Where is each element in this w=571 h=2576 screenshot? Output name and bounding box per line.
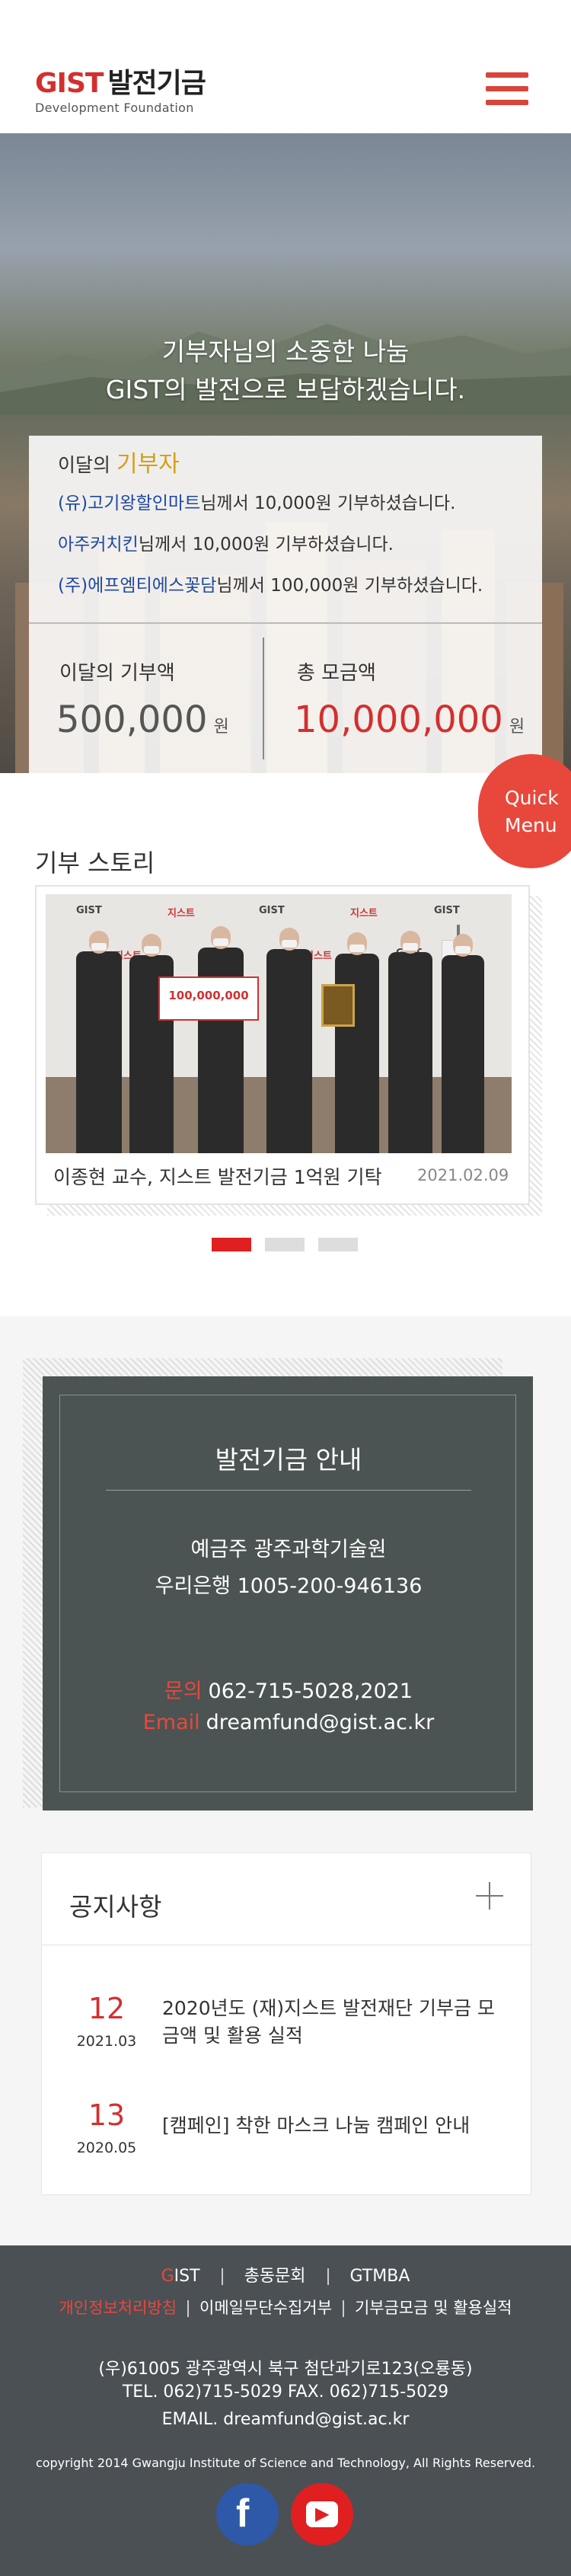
story-date: 2021.02.09 (417, 1166, 509, 1184)
donation-totals: 이달의 기부액 500,000 원 총 모금액 10,000,000 원 (29, 622, 542, 773)
slider-dot-3[interactable] (318, 1238, 358, 1251)
hero-title: 기부자님의 소중한 나눔 GIST의 발전으로 보답하겠습니다. (105, 337, 466, 404)
fund-email[interactable]: Email dreamfund@gist.ac.kr (60, 1711, 517, 1734)
footer-email: EMAIL. dreamfund@gist.ac.kr (161, 2410, 410, 2429)
notice-panel: 공지사항 12 2021.03 2020년도 (재)지스트 발전재단 기부금 모… (41, 1852, 532, 2195)
site-footer: GIST 총동문회 GTMBA 개인정보처리방침 이메일무단수집거부 기부금모금 및 활… (0, 2245, 571, 2576)
logo-title: 발전기금 (107, 68, 206, 99)
total-amount-label: 총 모금액 (297, 662, 376, 685)
story-caption[interactable]: 이종현 교수, 지스트 발전기금 1억원 기탁 (53, 1162, 382, 1190)
donors-heading: 이달의 기부자 (58, 451, 180, 478)
site-logo[interactable]: GIST 발전기금 Development Foundation (35, 68, 206, 116)
fund-phone: 문의 062-715-5028,2021 (164, 1680, 413, 1703)
fund-info-box: 발전기금 안내 예금주 광주과학기술원 우리은행 1005-200-946136… (43, 1376, 533, 1811)
fund-account-holder: 예금주 광주과학기술원 (190, 1538, 387, 1561)
notice-item[interactable]: 12 2021.03 2020년도 (재)지스트 발전재단 기부금 모금액 및 … (42, 1992, 532, 2068)
photo-plaque (321, 984, 355, 1027)
logo-subtitle: Development Foundation (35, 101, 194, 115)
story-section-title: 기부 스토리 (35, 849, 155, 877)
footer-link-alumni[interactable]: 총동문회 (244, 2267, 306, 2286)
footer-link-gist-label: IST (174, 2267, 200, 2286)
notice-year-month: 2020.05 (76, 2140, 137, 2156)
notice-day: 13 (88, 2098, 126, 2132)
site-header: GIST 발전기금 Development Foundation (0, 0, 571, 133)
hamburger-menu-icon[interactable] (486, 72, 528, 106)
footer-links-secondary: 개인정보처리방침 이메일무단수집거부 기부금모금 및 활용실적 (0, 2296, 571, 2319)
notice-text[interactable]: [캠페인] 착한 마스크 나눔 캠페인 안내 (162, 2112, 497, 2140)
footer-link-gist[interactable]: GIST (161, 2267, 200, 2286)
month-amount-label: 이달의 기부액 (59, 662, 175, 685)
fund-title: 발전기금 안내 (215, 1445, 362, 1475)
slider-dot-2[interactable] (265, 1238, 305, 1251)
notice-text[interactable]: 2020년도 (재)지스트 발전재단 기부금 모금액 및 활용 실적 (162, 1995, 497, 2050)
fund-info-inner: 발전기금 안내 예금주 광주과학기술원 우리은행 1005-200-946136… (59, 1395, 516, 1792)
slider-dot-1[interactable] (212, 1238, 251, 1251)
footer-links-primary: GIST 총동문회 GTMBA (0, 2262, 571, 2287)
donor-item: 아주커치킨님께서 10,000원 기부하셨습니다. (58, 535, 394, 555)
footer-address: (우)61005 광주광역시 북구 첨단과기로123(오룡동) (98, 2360, 473, 2379)
youtube-icon[interactable]: ▶ (291, 2483, 353, 2546)
monthly-donors-panel: 이달의 기부자 (유)고기왕할인마트님께서 10,000원 기부하셨습니다. 아… (29, 436, 542, 622)
logo-gist-text: GIST (35, 68, 104, 99)
plus-icon[interactable] (476, 1882, 503, 1910)
quick-menu-button[interactable]: Quick Menu (478, 754, 571, 868)
notice-item[interactable]: 13 2020.05 [캠페인] 착한 마스크 나눔 캠페인 안내 (42, 2098, 532, 2175)
totals-divider (263, 638, 264, 759)
footer-link-donation-report[interactable]: 기부금모금 및 활용실적 (355, 2299, 512, 2317)
notice-day: 12 (88, 1992, 126, 2025)
footer-tel-fax: TEL. 062)715-5029 FAX. 062)715-5029 (122, 2383, 449, 2402)
donation-sign: 100,000,000 (158, 976, 259, 1021)
donor-item: (주)에프엠티에스꽃담님께서 100,000원 기부하셨습니다. (58, 576, 483, 596)
story-photo[interactable]: GIST 지스트 GIST 지스트 GIST 지스트 GIST 지스트 GIST (46, 894, 512, 1153)
total-amount-value: 10,000,000 원 (294, 698, 525, 741)
facebook-icon[interactable]: f (216, 2483, 279, 2546)
footer-link-privacy[interactable]: 개인정보처리방침 (59, 2299, 177, 2317)
notice-title: 공지사항 (69, 1892, 162, 1922)
fund-divider (106, 1490, 471, 1491)
notice-year-month: 2021.03 (76, 2033, 137, 2050)
month-amount-value: 500,000 원 (56, 698, 229, 741)
footer-link-gtmba[interactable]: GTMBA (350, 2267, 410, 2286)
footer-link-email-refusal[interactable]: 이메일무단수집거부 (199, 2299, 332, 2317)
donor-item: (유)고기왕할인마트님께서 10,000원 기부하셨습니다. (58, 494, 456, 513)
footer-copyright: copyright 2014 Gwangju Institute of Scie… (35, 2456, 536, 2470)
fund-bank-account: 우리은행 1005-200-946136 (155, 1574, 423, 1598)
story-card[interactable]: GIST 지스트 GIST 지스트 GIST 지스트 GIST 지스트 GIST (35, 885, 530, 1205)
